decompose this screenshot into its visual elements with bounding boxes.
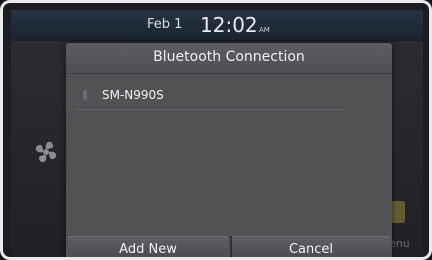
dialog-title: Bluetooth Connection: [153, 49, 305, 65]
device-indicator-icon: [83, 90, 87, 100]
screen-frame: Feb 1 12:02 AM enu Bluetooth Connection …: [0, 0, 432, 260]
status-ampm: AM: [259, 26, 270, 34]
status-date: Feb 1: [147, 17, 183, 32]
dialog-title-bar: Bluetooth Connection: [66, 43, 392, 74]
add-new-button[interactable]: Add New: [68, 236, 228, 257]
background-menu-label: enu: [389, 237, 410, 250]
cancel-button[interactable]: Cancel: [232, 236, 390, 257]
background-app-icon: [391, 201, 405, 223]
fan-icon: [31, 137, 61, 171]
status-time: 12:02: [200, 13, 258, 37]
bluetooth-connection-dialog: Bluetooth Connection SM-N990S Add New Ca…: [66, 43, 392, 257]
device-list-item[interactable]: SM-N990S: [76, 83, 344, 110]
device-name: SM-N990S: [102, 88, 164, 102]
